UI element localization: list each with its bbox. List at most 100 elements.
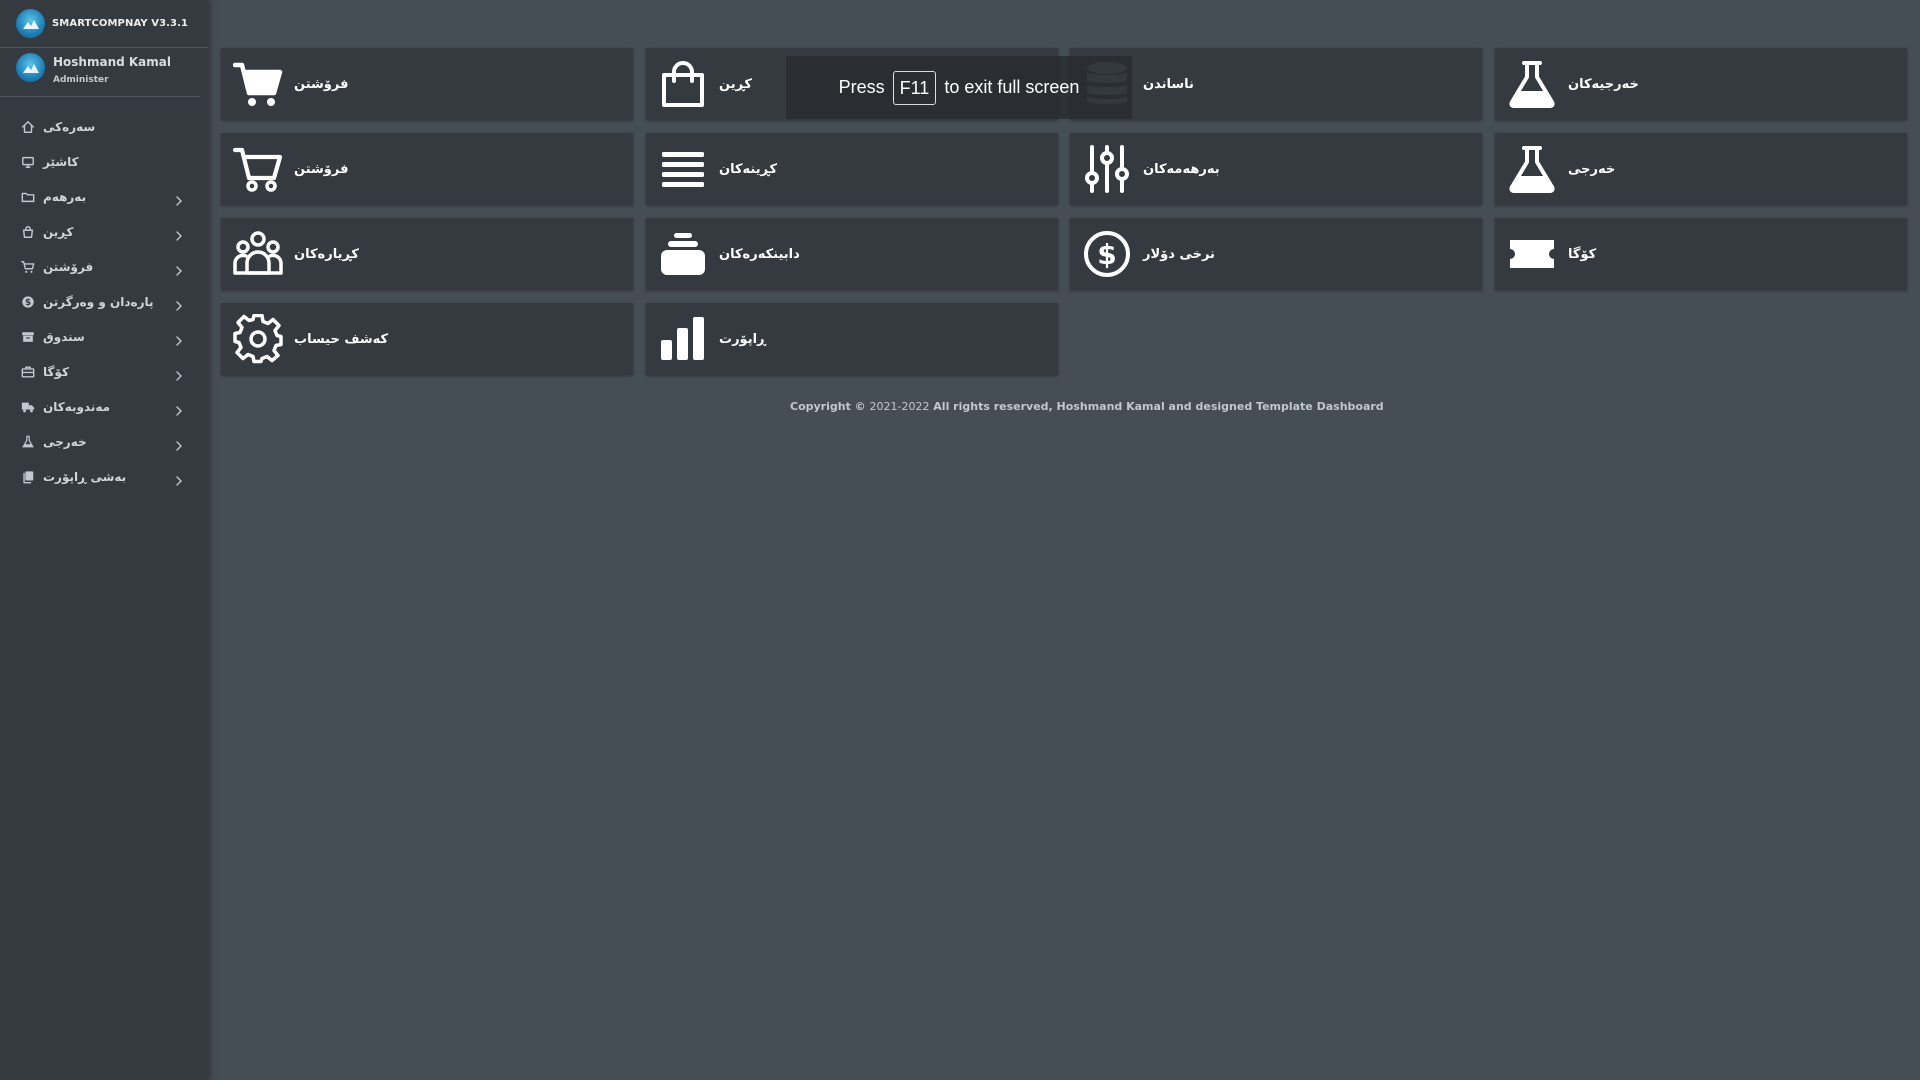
svg-text:$: $: [25, 298, 31, 308]
tile-label: خەرجی: [1568, 161, 1616, 177]
bag-icon: [21, 225, 35, 239]
sidebar-item-label: سەرەکی: [43, 119, 96, 134]
sidebar-item-5[interactable]: فرۆشتن: [0, 249, 208, 284]
sidebar-item-3[interactable]: بەرهەم: [0, 179, 208, 214]
sidebar-item-label: خەرجی: [43, 434, 87, 449]
tile-label: خەرجیەکان: [1568, 76, 1639, 92]
footer-suffix: All rights reserved, Hoshmand Kamal and …: [929, 400, 1384, 413]
sidebar-item-10[interactable]: خەرجی: [0, 424, 208, 459]
sidebar-item-8[interactable]: کۆگا: [0, 354, 208, 389]
sidebar-item-label: کۆگا: [43, 364, 69, 379]
user-role: Administer: [53, 75, 109, 85]
cart-outline-icon: [231, 142, 285, 196]
sliders-icon: [1080, 142, 1134, 196]
tile-label: ناساندن: [1143, 76, 1194, 92]
users-icon: [231, 227, 285, 281]
chevron-right-icon: [174, 436, 184, 451]
tile-label: ڕاپۆرت: [719, 331, 766, 347]
shopping-bag-icon: [656, 57, 710, 111]
ticket-icon: [1505, 227, 1559, 281]
tile-label: کڕین: [719, 76, 752, 92]
tile-label: کۆگا: [1568, 246, 1597, 262]
chevron-right-icon: [174, 261, 184, 276]
dashboard-tile-10[interactable]: دابینکەرەکان: [646, 218, 1058, 290]
user-panel[interactable]: Hoshmand Kamal Administer: [0, 48, 200, 97]
chevron-right-icon: [174, 296, 184, 311]
copy-icon: [21, 470, 35, 484]
sidebar-item-2[interactable]: کاشێر: [0, 144, 208, 179]
monitor-icon: [21, 155, 35, 169]
dashboard-tile-11[interactable]: $ نرخی دۆلار: [1070, 218, 1482, 290]
tile-label: دابینکەرەکان: [719, 246, 800, 262]
layers-icon: [656, 227, 710, 281]
brand-link[interactable]: SMARTCOMPNAY V3.3.1: [0, 0, 208, 48]
dashboard-tile-6[interactable]: کڕینەکان: [646, 133, 1058, 205]
sidebar-item-label: مەندوبەکان: [43, 399, 111, 414]
fullscreen-press-text: Press: [838, 77, 885, 97]
sidebar-nav: سەرەکی کاشێر بەرهەم کڕین فرۆشتن $ پارەدان و وە…: [0, 109, 208, 494]
brand-logo-icon: [16, 9, 45, 38]
dashboard-tile-1[interactable]: فرۆشتن: [221, 48, 633, 120]
footer-prefix: Copyright ©: [790, 400, 870, 413]
gear-icon: [231, 312, 285, 366]
dollar-circle-icon: $: [1080, 227, 1134, 281]
dollar-icon: $: [21, 295, 35, 309]
fullscreen-key: F11: [892, 70, 937, 105]
archive-icon: [21, 330, 35, 344]
chevron-right-icon: [174, 226, 184, 241]
sidebar-item-4[interactable]: کڕین: [0, 214, 208, 249]
tile-label: کڕیارەکان: [294, 246, 359, 262]
sidebar-item-label: کاشێر: [43, 154, 79, 169]
fullscreen-message: to exit full screen: [944, 77, 1080, 97]
flask-icon: [21, 435, 35, 449]
svg-text:$: $: [1097, 238, 1116, 271]
sidebar-item-9[interactable]: مەندوبەکان: [0, 389, 208, 424]
chevron-right-icon: [174, 366, 184, 381]
sidebar-item-label: فرۆشتن: [43, 259, 94, 274]
dashboard-tile-13[interactable]: کەشف حیساب: [221, 303, 633, 375]
cart-icon: [21, 260, 35, 274]
sidebar-item-11[interactable]: بەشی ڕاپۆرت: [0, 459, 208, 494]
flask-icon: [1505, 142, 1559, 196]
tile-label: فرۆشتن: [294, 161, 349, 177]
tile-label: بەرهەمەکان: [1143, 161, 1220, 177]
user-name: Hoshmand Kamal: [53, 55, 171, 69]
dashboard-tile-9[interactable]: کڕیارەکان: [221, 218, 633, 290]
footer-years: 2021-2022: [869, 400, 930, 413]
briefcase-icon: [21, 365, 35, 379]
folder-icon: [21, 190, 35, 204]
footer-copyright: Copyright © 2021-2022 All rights reserve…: [790, 400, 1384, 413]
sidebar-item-1[interactable]: سەرەکی: [0, 109, 208, 144]
list-icon: [656, 142, 710, 196]
sidebar-item-label: پارەدان و وەرگرتن: [43, 294, 154, 309]
sidebar-item-7[interactable]: سندوق: [0, 319, 208, 354]
dashboard-tile-7[interactable]: بەرهەمەکان: [1070, 133, 1482, 205]
tile-label: فرۆشتن: [294, 76, 349, 92]
chevron-right-icon: [174, 471, 184, 486]
tile-label: نرخی دۆلار: [1143, 246, 1215, 262]
truck-icon: [21, 400, 35, 414]
dashboard-tile-14[interactable]: ڕاپۆرت: [646, 303, 1058, 375]
chevron-right-icon: [174, 191, 184, 206]
tile-label: کڕینەکان: [719, 161, 778, 177]
brand-name: SMARTCOMPNAY V3.3.1: [52, 18, 189, 29]
sidebar-item-6[interactable]: $ پارەدان و وەرگرتن: [0, 284, 208, 319]
fullscreen-notice: Press F11 to exit full screen: [786, 56, 1132, 119]
dashboard-tile-4[interactable]: خەرجیەکان: [1495, 48, 1907, 120]
dashboard-tile-5[interactable]: فرۆشتن: [221, 133, 633, 205]
sidebar-item-label: بەشی ڕاپۆرت: [43, 469, 127, 484]
sidebar-item-label: کڕین: [43, 224, 74, 239]
home-icon: [21, 120, 35, 134]
bar-chart-icon: [656, 312, 710, 366]
sidebar-item-label: سندوق: [43, 329, 85, 344]
dashboard-tile-12[interactable]: کۆگا: [1495, 218, 1907, 290]
sidebar: SMARTCOMPNAY V3.3.1 Hoshmand Kamal Admin…: [0, 0, 208, 1080]
chevron-right-icon: [174, 331, 184, 346]
flask-icon: [1505, 57, 1559, 111]
tile-label: کەشف حیساب: [294, 331, 389, 347]
chevron-right-icon: [174, 401, 184, 416]
sidebar-item-label: بەرهەم: [43, 189, 87, 204]
cart-icon: [231, 57, 285, 111]
dashboard-tile-8[interactable]: خەرجی: [1495, 133, 1907, 205]
user-avatar: [16, 53, 45, 82]
